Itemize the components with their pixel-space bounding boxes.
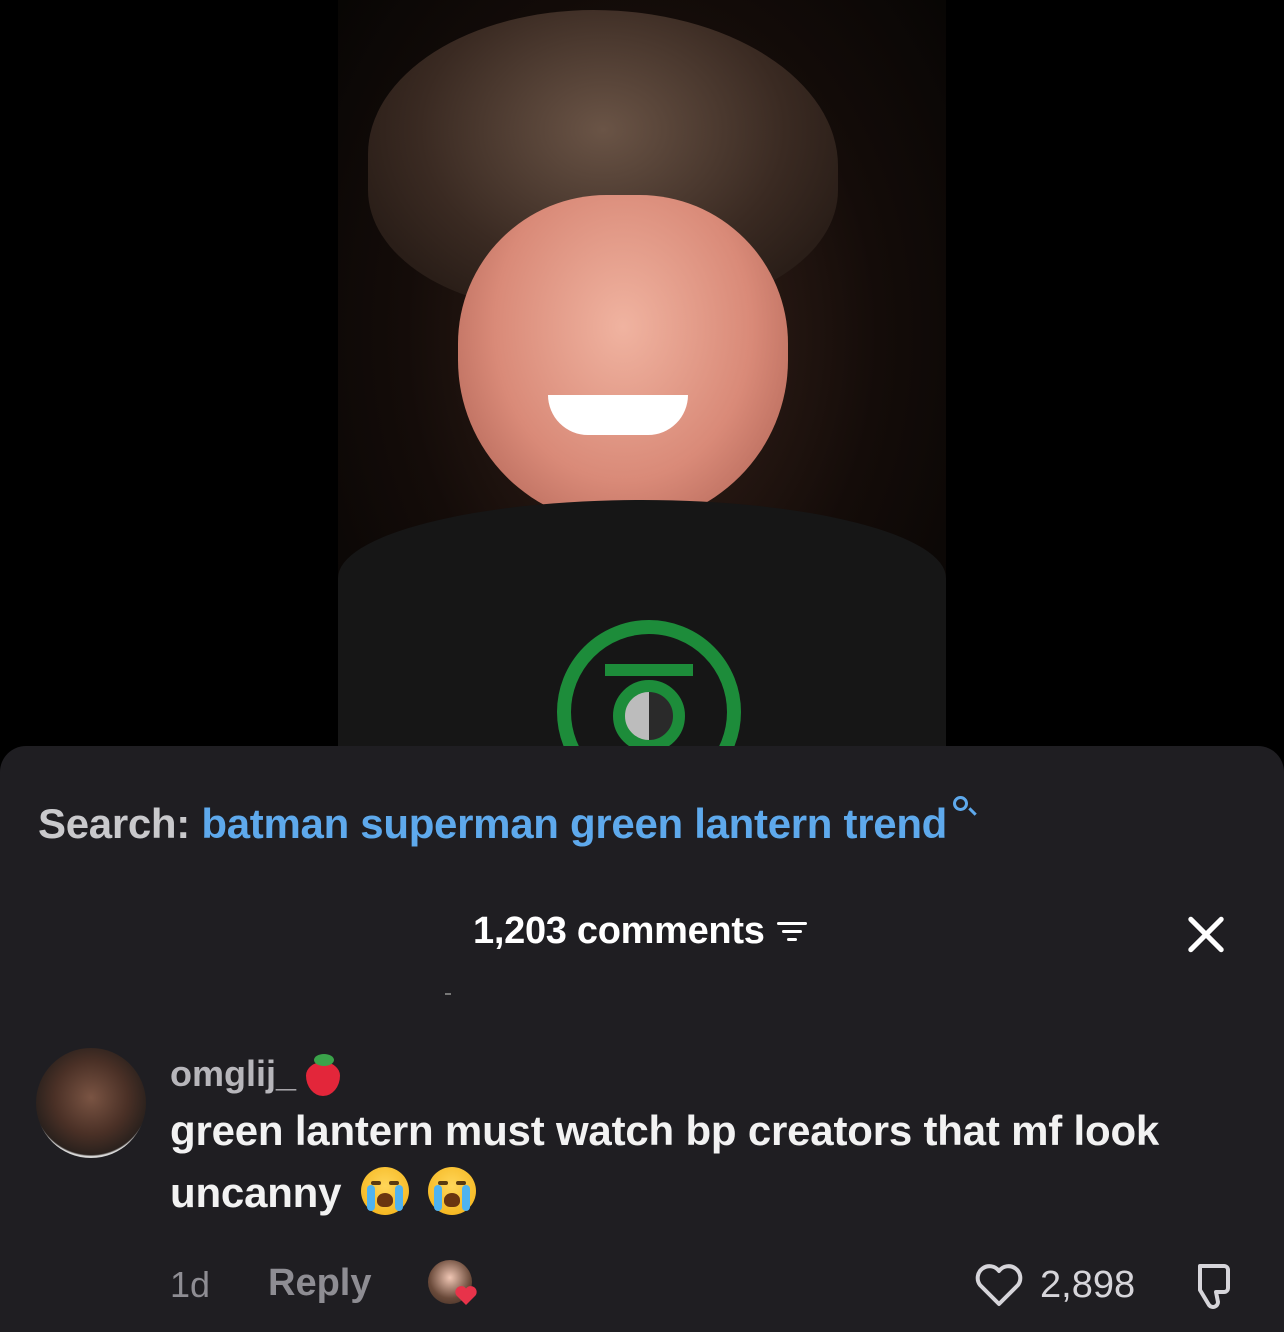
close-icon[interactable] xyxy=(1186,914,1226,954)
sort-icon[interactable] xyxy=(776,917,811,945)
search-icon[interactable] xyxy=(951,794,977,820)
search-query-link[interactable]: batman superman green lantern trend xyxy=(201,800,947,847)
search-label: Search: xyxy=(38,800,190,847)
comments-count: 1,203 comments xyxy=(473,910,765,952)
loudly-crying-face-emoji xyxy=(428,1167,477,1215)
reply-button[interactable]: Reply xyxy=(268,1262,371,1305)
avatar[interactable] xyxy=(36,1048,146,1158)
lantern-logo-ring xyxy=(613,680,685,752)
emoji-group xyxy=(353,1167,477,1232)
username-text: omglij_ xyxy=(170,1053,297,1094)
lantern-logo-bar xyxy=(605,664,693,676)
thumbs-down-icon[interactable] xyxy=(1186,1260,1238,1312)
strawberry-emoji xyxy=(302,1052,342,1096)
search-suggestion[interactable]: Search: batman superman green lantern tr… xyxy=(38,794,977,848)
creator-liked-heart-icon xyxy=(455,1286,477,1305)
comment-age: 1d xyxy=(170,1264,211,1305)
comment-username[interactable]: omglij_ xyxy=(170,1052,342,1096)
comment-meta: 1d Reply 2,898 xyxy=(170,1258,1250,1314)
comment-text: green lantern must watch bp creators tha… xyxy=(170,1107,1160,1216)
loudly-crying-face-emoji xyxy=(360,1167,409,1215)
comments-sheet: Search: batman superman green lantern tr… xyxy=(0,746,1284,1332)
divider-mark xyxy=(445,993,451,995)
comment-body: green lantern must watch bp creators tha… xyxy=(170,1100,1210,1232)
person-face xyxy=(458,195,788,525)
like-count: 2,898 xyxy=(1040,1264,1136,1306)
person-smile xyxy=(548,395,688,435)
comments-header: 1,203 comments xyxy=(0,910,1284,953)
heart-icon[interactable] xyxy=(974,1262,1024,1308)
